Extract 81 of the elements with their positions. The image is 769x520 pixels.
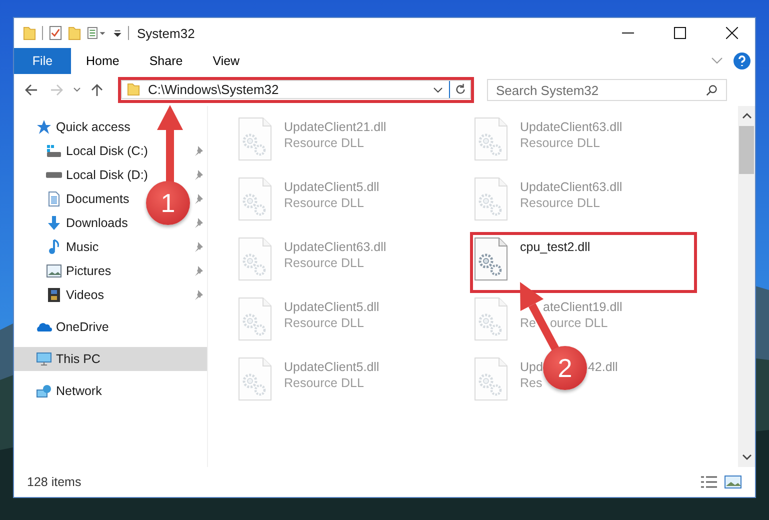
pin-icon[interactable]: [193, 170, 203, 180]
search-icon[interactable]: [706, 84, 718, 96]
scroll-down-icon[interactable]: [742, 453, 752, 461]
navigation-item[interactable]: Local Disk (D:): [46, 165, 148, 185]
pin-icon[interactable]: [193, 266, 203, 276]
window-title: System32: [137, 26, 195, 40]
navigation-item[interactable]: Quick access: [14, 115, 207, 139]
forward-arrow-icon[interactable]: [50, 83, 64, 97]
scroll-up-icon[interactable]: [742, 112, 752, 120]
download-arrow-icon: [46, 215, 62, 231]
pin-icon[interactable]: [193, 290, 203, 300]
pin-icon[interactable]: [193, 218, 203, 228]
settings-file-icon[interactable]: [474, 237, 508, 281]
properties-icon[interactable]: [49, 25, 62, 41]
navigation-item[interactable]: Music: [46, 237, 99, 257]
file-name: UpdateClient63.dll: [520, 180, 622, 194]
pin-icon[interactable]: [193, 194, 203, 204]
refresh-icon: [454, 83, 466, 96]
file-name: UpdateClient5.dll: [284, 300, 380, 314]
file-name: UpdateClient63.dll: [520, 120, 622, 134]
navigation-item[interactable]: Videos: [46, 285, 104, 305]
ribbon-tab[interactable]: Home: [71, 48, 134, 74]
details-view-icon[interactable]: [700, 475, 718, 489]
drive-icon: [46, 143, 62, 159]
navigation-item[interactable]: OneDrive: [14, 315, 207, 339]
close-icon: [726, 27, 738, 39]
file-name: UpdateClient5.dll: [284, 180, 380, 194]
file-name: UpdateClient21.dll: [284, 120, 386, 134]
file-type: Resource DLL: [284, 196, 364, 210]
file-name: Upd: [520, 360, 543, 374]
ribbon-tab[interactable]: Share: [134, 48, 198, 74]
file-type: Re: [520, 316, 536, 330]
navigation-item[interactable]: This PC: [14, 347, 207, 371]
item-count: 128 items: [27, 475, 82, 489]
file-type: Resource DLL: [284, 376, 364, 390]
file-name: UpdateClient5.dll: [284, 360, 380, 374]
file-type: Resource DLL: [520, 136, 600, 150]
navigation-item[interactable]: Documents: [46, 189, 130, 209]
film-icon: [46, 287, 62, 303]
file-menu-tab[interactable]: File: [14, 48, 71, 74]
pin-icon[interactable]: [193, 242, 203, 252]
file-name: cpu_test2.dll: [520, 240, 590, 254]
navigation-item[interactable]: Downloads: [46, 213, 128, 233]
new-folder-icon[interactable]: [68, 25, 81, 41]
pictures-icon: [46, 263, 62, 279]
dropdown-caret-icon[interactable]: [433, 86, 443, 94]
minimize-icon: [622, 32, 634, 34]
ribbon-tab[interactable]: View: [198, 48, 255, 74]
navigation-item[interactable]: Network: [14, 379, 207, 403]
customize-caret-icon[interactable]: [113, 28, 122, 38]
scroll-thumb[interactable]: [739, 126, 754, 174]
maximize-icon: [674, 27, 686, 39]
star-icon: [36, 119, 52, 135]
help-icon[interactable]: [733, 52, 751, 70]
address-field[interactable]: C:\Windows\System32: [121, 80, 471, 99]
navigation-item[interactable]: Local Disk (C:): [46, 141, 148, 161]
file-type: Resource DLL: [284, 316, 364, 330]
file-type: ource DLL: [550, 316, 608, 330]
network-icon: [36, 383, 52, 399]
document-icon: [46, 191, 62, 207]
file-type: Res: [520, 376, 542, 390]
expand-ribbon-icon[interactable]: [711, 57, 723, 65]
file-type: Resource DLL: [284, 256, 364, 270]
up-arrow-icon[interactable]: [90, 83, 104, 97]
large-icons-view-icon[interactable]: [724, 475, 742, 489]
back-arrow-icon[interactable]: [24, 83, 38, 97]
file-type: Resource DLL: [520, 196, 600, 210]
folder-icon: [127, 83, 140, 96]
computer-icon: [36, 351, 52, 367]
file-type: Resource DLL: [284, 136, 364, 150]
file-name: 42.dll: [588, 360, 618, 374]
pin-icon[interactable]: [193, 146, 203, 156]
search-field[interactable]: Search System32: [487, 79, 727, 101]
file-name: UpdateClient63.dll: [284, 240, 386, 254]
music-note-icon: [46, 239, 62, 255]
drive-icon: [46, 172, 62, 178]
file-name: ateClient19.dll: [543, 300, 622, 314]
navigation-item[interactable]: Pictures: [46, 261, 112, 281]
folder-icon[interactable]: [23, 25, 36, 41]
view-options-icon[interactable]: [87, 25, 107, 41]
scrollbar[interactable]: [738, 106, 755, 467]
